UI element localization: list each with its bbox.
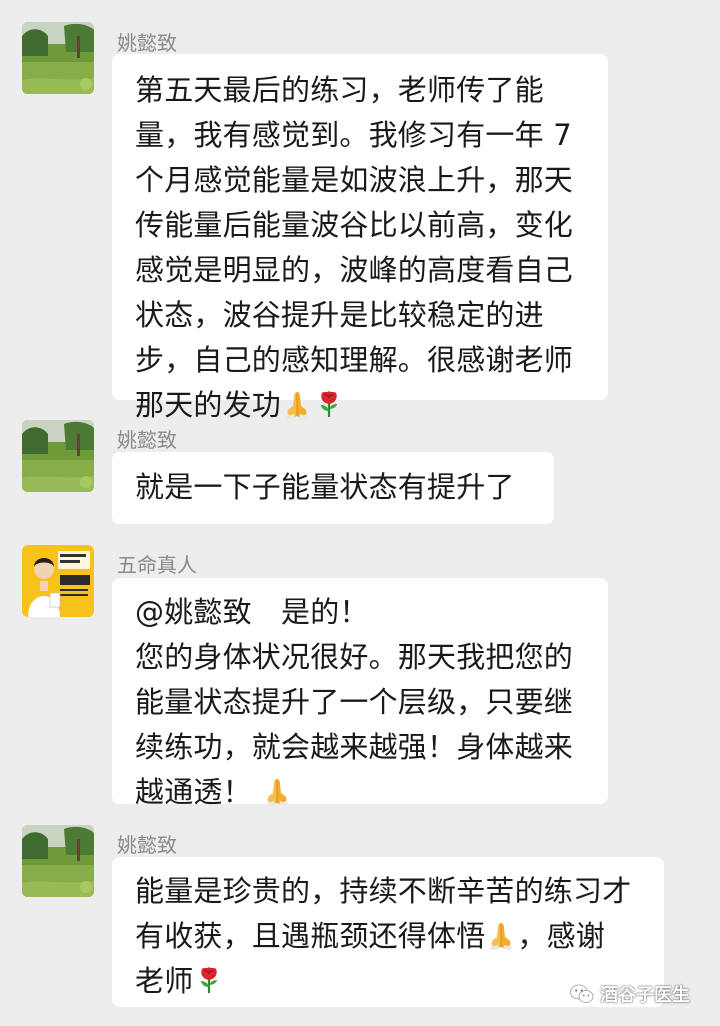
message-line: 第五天最后的练习，老师传了能 bbox=[135, 73, 544, 107]
sender-name: 姚懿致 bbox=[117, 31, 177, 55]
landscape-avatar-icon bbox=[22, 22, 94, 94]
avatar[interactable] bbox=[22, 825, 94, 897]
message-text: 老师 bbox=[135, 964, 194, 998]
sender-name: 五命真人 bbox=[117, 553, 197, 577]
avatar[interactable] bbox=[22, 22, 94, 94]
message-line: 续练功，就会越来越强！身体越来 bbox=[135, 730, 574, 764]
message-line: 状态，波谷提升是比较稳定的进 bbox=[135, 298, 544, 332]
message-line: 越通透！ bbox=[135, 770, 586, 815]
message-line: 个月感觉能量是如波浪上升，那天 bbox=[135, 163, 574, 197]
wechat-official-account-icon bbox=[570, 984, 594, 1003]
doctor-avatar-icon bbox=[22, 545, 94, 617]
sender-name: 姚懿致 bbox=[117, 833, 177, 857]
message-line: 您的身体状况很好。那天我把您的 bbox=[135, 640, 574, 674]
pray-emoji-icon bbox=[282, 389, 312, 419]
message-line: 感觉是明显的，波峰的高度看自己 bbox=[135, 253, 574, 287]
message-line: 量，我有感觉到。我修习有一年 7 bbox=[135, 118, 572, 152]
message-bubble[interactable]: @姚懿致 是的！ 您的身体状况很好。那天我把您的 能量状态提升了一个层级，只要继… bbox=[112, 578, 608, 809]
message-line: 传能量后能量波谷比以前高，变化 bbox=[135, 208, 574, 242]
avatar[interactable] bbox=[22, 420, 94, 492]
watermark-text: 酒谷子医生 bbox=[600, 985, 690, 1006]
landscape-avatar-icon bbox=[22, 825, 94, 897]
sender-name: 姚懿致 bbox=[117, 428, 177, 452]
message-text: 那天的发功 bbox=[135, 388, 282, 422]
rose-emoji-icon bbox=[194, 965, 224, 995]
message-bubble[interactable]: 第五天最后的练习，老师传了能 量，我有感觉到。我修习有一年 7 个月感觉能量是如… bbox=[112, 54, 608, 422]
message-line: @姚懿致 是的！ bbox=[135, 595, 369, 629]
rose-emoji-icon bbox=[314, 389, 344, 419]
message-bubble[interactable]: 就是一下子能量状态有提升了 bbox=[112, 452, 554, 524]
message-line: 步，自己的感知理解。很感谢老师 bbox=[135, 343, 574, 377]
watermark: 酒谷子医生 bbox=[570, 982, 690, 1006]
message-text: ，感谢 bbox=[517, 919, 606, 953]
message-line: 那天的发功 bbox=[135, 383, 586, 428]
message-line: 老师 bbox=[135, 959, 642, 1004]
message-line: 能量状态提升了一个层级，只要继 bbox=[135, 685, 574, 719]
message-text: 越通透！ bbox=[135, 775, 262, 809]
message-line: 有收获，且遇瓶颈还得体悟 ，感谢 bbox=[135, 914, 642, 959]
pray-emoji-icon bbox=[486, 920, 516, 950]
pray-emoji-icon bbox=[262, 776, 292, 806]
message-text: 有收获，且遇瓶颈还得体悟 bbox=[135, 919, 486, 953]
landscape-avatar-icon bbox=[22, 420, 94, 492]
message-line: 就是一下子能量状态有提升了 bbox=[135, 470, 515, 504]
avatar[interactable] bbox=[22, 545, 94, 617]
message-line: 能量是珍贵的，持续不断辛苦的练习才 bbox=[135, 874, 632, 908]
